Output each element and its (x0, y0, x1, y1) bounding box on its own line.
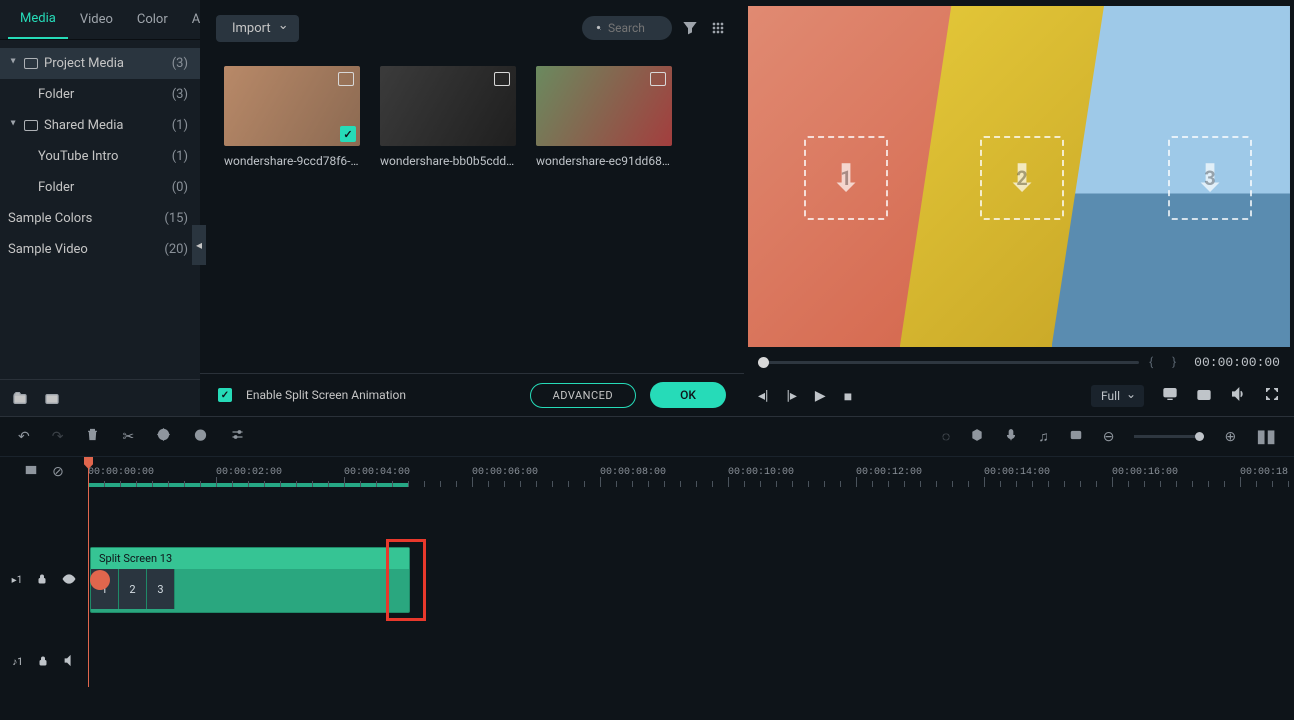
marker-icon[interactable] (970, 428, 984, 446)
media-item[interactable]: ✓ wondershare-9ccd78f6-6... (224, 66, 360, 168)
zoom-in-icon[interactable]: ⊕ (1224, 429, 1236, 445)
link-icon[interactable]: ⊘ (52, 464, 64, 480)
tab-color[interactable]: Color (125, 0, 180, 39)
render-icon[interactable]: ◌ (942, 428, 950, 445)
speed-icon[interactable] (193, 427, 208, 446)
monitor-icon[interactable] (1162, 386, 1178, 406)
preview-scrubber[interactable] (758, 361, 1139, 364)
snapshot-icon[interactable] (1196, 386, 1212, 406)
zoom-slider[interactable] (1134, 435, 1204, 438)
split-animation-checkbox[interactable]: ✓ (218, 388, 232, 402)
tree-project-media[interactable]: ▸Project Media (3) (0, 48, 200, 79)
grid-view-icon[interactable] (708, 18, 728, 38)
sidebar-tools (0, 379, 200, 416)
tree-sample-colors[interactable]: Sample Colors(15) (0, 203, 200, 234)
video-badge-icon (338, 72, 354, 86)
record-voice-icon[interactable] (1004, 428, 1018, 446)
video-badge-icon (494, 72, 510, 86)
playhead[interactable] (88, 457, 89, 687)
markers-icon[interactable]: { } (1149, 355, 1184, 369)
audio-mix-icon[interactable]: ♫ (1038, 428, 1049, 445)
crop-icon[interactable] (156, 427, 171, 446)
adjust-icon[interactable] (230, 427, 245, 446)
visibility-icon[interactable] (62, 572, 76, 589)
filter-icon[interactable] (680, 18, 700, 38)
quality-select[interactable]: Full (1091, 385, 1144, 407)
chevron-down-icon: ▸ (8, 59, 19, 69)
redo-icon[interactable]: ↷ (52, 429, 64, 445)
media-tree: ▸Project Media (3) Folder(3) ▸Shared Med… (0, 48, 200, 379)
lock-icon[interactable] (37, 655, 49, 670)
preview-timecode: 00:00:00:00 (1194, 355, 1280, 370)
tree-folder-2[interactable]: Folder(0) (0, 172, 200, 203)
import-button[interactable]: Import (216, 15, 299, 42)
lock-icon[interactable] (36, 573, 48, 588)
timeline-clip[interactable]: Split Screen 13 1 2 3 (90, 547, 410, 613)
media-item[interactable]: wondershare-ec91dd68-... (536, 66, 672, 168)
tree-sample-video[interactable]: Sample Video(20) (0, 234, 200, 265)
audio-track-icon: ♪1 (12, 657, 23, 668)
split-animation-label: Enable Split Screen Animation (246, 388, 406, 402)
main-tabs: Media Video Color Animation (0, 0, 200, 40)
chevron-down-icon: ▸ (8, 121, 19, 131)
split-icon[interactable]: ✂ (122, 429, 134, 445)
audio-track-1: ♪1 (0, 647, 1294, 677)
new-folder-icon[interactable] (12, 390, 28, 406)
media-item[interactable]: wondershare-bb0b5cdd-... (380, 66, 516, 168)
tab-media[interactable]: Media (8, 0, 68, 39)
search-input[interactable] (582, 16, 672, 40)
clip-handle-icon[interactable] (90, 570, 110, 590)
undo-icon[interactable]: ↶ (18, 429, 30, 445)
folder-icon[interactable] (44, 390, 60, 406)
video-track-1: ▸1 Split Screen 13 1 2 3 (0, 545, 1294, 615)
next-frame-button[interactable]: |▸ (786, 388, 796, 404)
drop-zone-3[interactable]: ⬇3 (1168, 136, 1252, 220)
track-icon[interactable] (1069, 428, 1083, 446)
fullscreen-icon[interactable] (1264, 386, 1280, 406)
play-button[interactable]: ▶ (815, 388, 826, 404)
drop-zone-2[interactable]: ⬇2 (980, 136, 1064, 220)
prev-frame-button[interactable]: ◂| (758, 388, 768, 404)
folder-icon (24, 58, 38, 69)
volume-icon[interactable] (1230, 386, 1246, 406)
delete-icon[interactable] (85, 427, 100, 446)
video-badge-icon (650, 72, 666, 86)
zoom-out-icon[interactable]: ⊖ (1103, 429, 1115, 445)
preview-canvas[interactable]: ⬇1 ⬇2 ⬇3 (748, 6, 1290, 347)
tree-shared-media[interactable]: ▸Shared Media (1) (0, 110, 200, 141)
media-sidebar: Media Video Color Animation ▸Project Med… (0, 0, 200, 416)
check-icon: ✓ (340, 126, 356, 142)
track-number-icon: ▸1 (12, 575, 23, 586)
folder-icon (24, 120, 38, 131)
tab-video[interactable]: Video (68, 0, 125, 39)
ok-button[interactable]: OK (650, 382, 726, 408)
clip-edge-highlight (386, 539, 426, 621)
preview-panel: ⬇1 ⬇2 ⬇3 { } 00:00:00:00 ◂| |▸ ▶ ■ Full (744, 0, 1294, 416)
fit-timeline-icon[interactable] (24, 463, 38, 481)
tree-youtube-intro[interactable]: YouTube Intro(1) (0, 141, 200, 172)
stop-button[interactable]: ■ (844, 388, 852, 405)
timeline-ruler[interactable]: 00:00:00:0000:00:02:0000:00:04:0000:00:0… (88, 457, 1294, 487)
mute-icon[interactable] (63, 654, 76, 670)
collapse-sidebar-button[interactable]: ◂ (192, 225, 206, 265)
search-icon (596, 21, 602, 35)
timeline-toggle-icon[interactable]: ▮▮ (1256, 426, 1276, 447)
tree-folder-1[interactable]: Folder(3) (0, 79, 200, 110)
timeline: ↶ ↷ ✂ ◌ ♫ ⊖ ⊕ ▮▮ ⊘ 00:00:00:0000:00:02:0… (0, 416, 1294, 720)
advanced-button[interactable]: ADVANCED (530, 383, 637, 408)
media-panel: Import ✓ wondershare-9ccd78f6-6... wonde… (200, 0, 744, 416)
drop-zone-1[interactable]: ⬇1 (804, 136, 888, 220)
